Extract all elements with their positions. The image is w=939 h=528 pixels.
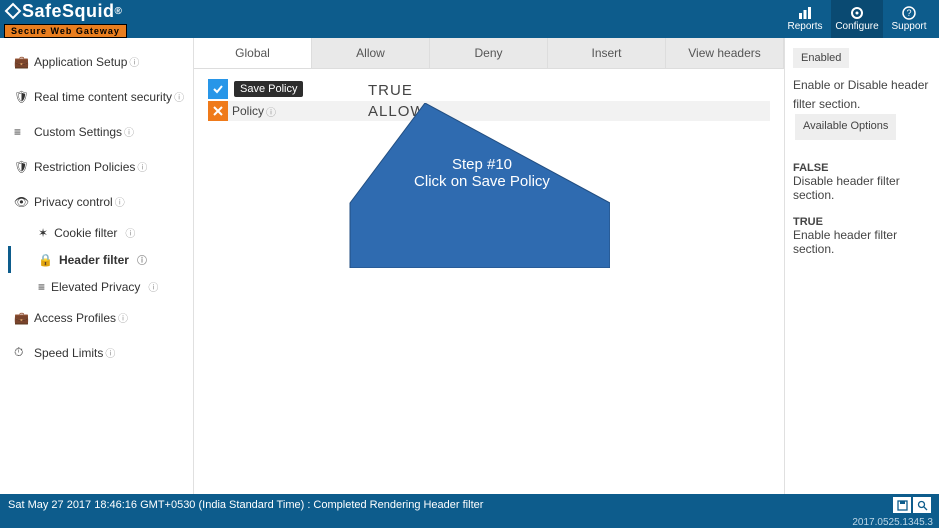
sidebar-sub-label: Elevated Privacy: [51, 280, 140, 294]
help-icon: ?: [902, 6, 916, 20]
support-label: Support: [891, 21, 926, 32]
info-icon: ⓘ: [124, 124, 134, 139]
eye-slash-icon: 👁: [14, 195, 28, 209]
config-row-enabled: Enabled TRUE: [208, 79, 770, 101]
version-strip: 2017.0525.1345.3: [0, 516, 939, 528]
sidebar-item-label: Custom Settings: [34, 125, 122, 139]
workarea: Enabled TRUE Policyⓘ ALLOW Save Policy: [194, 69, 784, 131]
help-option-false: FALSE Disable header filter section.: [793, 162, 931, 202]
sidebar-item-custom-settings[interactable]: ≡ Custom Settingsⓘ: [8, 114, 193, 149]
gauge-icon: ⏱: [14, 345, 28, 360]
row-value: ALLOW: [368, 103, 426, 120]
save-file-button[interactable]: [893, 497, 911, 513]
tabs: Global Allow Deny Insert View headers: [194, 38, 784, 69]
tab-insert[interactable]: Insert: [548, 38, 666, 68]
tab-allow[interactable]: Allow: [312, 38, 430, 68]
sidebar-item-restriction-policies[interactable]: 🛡 Restriction Policiesⓘ: [8, 149, 193, 184]
help-pane: Enabled Enable or Disable header filter …: [784, 38, 939, 494]
sidebar-item-label: Privacy control: [34, 195, 113, 209]
sliders-icon: ≡: [14, 125, 28, 139]
version-text: 2017.0525.1345.3: [852, 517, 933, 528]
row-label: Policy: [232, 104, 264, 118]
sidebar-item-speed-limits[interactable]: ⏱ Speed Limitsⓘ: [8, 335, 193, 370]
sidebar-item-label: Real time content security: [34, 90, 172, 104]
sidebar-item-label: Access Profiles: [34, 311, 116, 325]
logo-icon: [4, 2, 22, 20]
center: Global Allow Deny Insert View headers En…: [194, 38, 784, 494]
search-icon: [917, 500, 928, 511]
logo-reg: ®: [115, 6, 123, 17]
sidebar-sub-cookie-filter[interactable]: ✶ Cookie filter ⓘ: [8, 219, 193, 246]
search-button[interactable]: [913, 497, 931, 513]
reports-icon: [798, 6, 812, 20]
available-options-button[interactable]: Available Options: [795, 114, 896, 140]
help-option-desc: Disable header filter section.: [793, 174, 900, 202]
logo-tagline: Secure Web Gateway: [4, 24, 127, 38]
sidebar-sub-header-filter[interactable]: 🔒 Header filter ⓘ: [8, 246, 193, 273]
info-icon: ⓘ: [129, 54, 139, 69]
status-text: Sat May 27 2017 18:46:16 GMT+0530 (India…: [8, 499, 483, 511]
sidebar-item-realtime-security[interactable]: 🛡 Real time content securityⓘ: [8, 79, 193, 114]
lock-icon: 🔒: [38, 253, 53, 267]
cookie-icon: ✶: [38, 226, 48, 240]
sidebar-sub-label: Cookie filter: [54, 226, 117, 240]
config-row-policy: Policyⓘ ALLOW: [208, 101, 770, 121]
briefcase-icon: 💼: [14, 55, 28, 69]
status-bar: Sat May 27 2017 18:46:16 GMT+0530 (India…: [0, 494, 939, 516]
tab-deny[interactable]: Deny: [430, 38, 548, 68]
sidebar-item-access-profiles[interactable]: 💼 Access Profilesⓘ: [8, 300, 193, 335]
shield-icon: 🛡: [14, 90, 28, 104]
help-desc: Enable or Disable header filter section.: [793, 78, 928, 111]
gear-icon: [850, 6, 864, 20]
configure-button[interactable]: Configure: [831, 0, 883, 38]
top-bar: SafeSquid® Secure Web Gateway Reports Co…: [0, 0, 939, 38]
info-icon: ⓘ: [266, 104, 276, 119]
info-icon: ⓘ: [137, 252, 147, 267]
callout-line2: Click on Save Policy: [382, 173, 582, 190]
row-value: TRUE: [368, 82, 413, 99]
enabled-chip[interactable]: Enabled: [793, 48, 849, 68]
info-icon: ⓘ: [137, 159, 147, 174]
help-option-true: TRUE Enable header filter section.: [793, 216, 931, 256]
logo-brand: SafeSquid®: [4, 1, 127, 22]
sidebar-item-application-setup[interactable]: 💼 Application Setupⓘ: [8, 44, 193, 79]
shield-icon: 🛡: [14, 160, 28, 174]
callout-line1: Step #10: [382, 156, 582, 173]
main: 💼 Application Setupⓘ 🛡 Real time content…: [0, 38, 939, 494]
svg-text:?: ?: [906, 8, 911, 18]
logo-text: SafeSquid: [22, 1, 115, 22]
info-icon: ⓘ: [148, 279, 158, 294]
info-icon: ⓘ: [105, 345, 115, 360]
callout-text: Step #10 Click on Save Policy: [382, 156, 582, 190]
tab-global[interactable]: Global: [194, 38, 312, 68]
help-option-title: FALSE: [793, 162, 931, 174]
info-icon: ⓘ: [115, 194, 125, 209]
sidebar-sub-label: Header filter: [59, 253, 129, 267]
info-icon: ⓘ: [125, 225, 135, 240]
sidebar: 💼 Application Setupⓘ 🛡 Real time content…: [0, 38, 194, 494]
info-icon: ⓘ: [174, 89, 184, 104]
close-icon: [213, 106, 223, 116]
briefcase-icon: 💼: [14, 311, 28, 325]
sidebar-item-privacy-control[interactable]: 👁 Privacy controlⓘ: [8, 184, 193, 219]
sidebar-item-label: Restriction Policies: [34, 160, 135, 174]
reports-button[interactable]: Reports: [779, 0, 831, 38]
support-button[interactable]: ? Support: [883, 0, 935, 38]
bars-icon: ≡: [38, 280, 45, 294]
disk-icon: [897, 500, 908, 511]
help-option-title: TRUE: [793, 216, 931, 228]
check-icon: [212, 83, 224, 95]
save-button[interactable]: [208, 79, 228, 99]
sidebar-sub-elevated-privacy[interactable]: ≡ Elevated Privacy ⓘ: [8, 273, 193, 300]
info-icon: ⓘ: [118, 310, 128, 325]
logo: SafeSquid® Secure Web Gateway: [4, 1, 127, 38]
cancel-button[interactable]: [208, 101, 228, 121]
sidebar-item-label: Application Setup: [34, 55, 127, 69]
configure-label: Configure: [835, 21, 878, 32]
sidebar-item-label: Speed Limits: [34, 346, 103, 360]
tab-view-headers[interactable]: View headers: [666, 38, 784, 68]
help-option-desc: Enable header filter section.: [793, 228, 897, 256]
reports-label: Reports: [787, 21, 822, 32]
